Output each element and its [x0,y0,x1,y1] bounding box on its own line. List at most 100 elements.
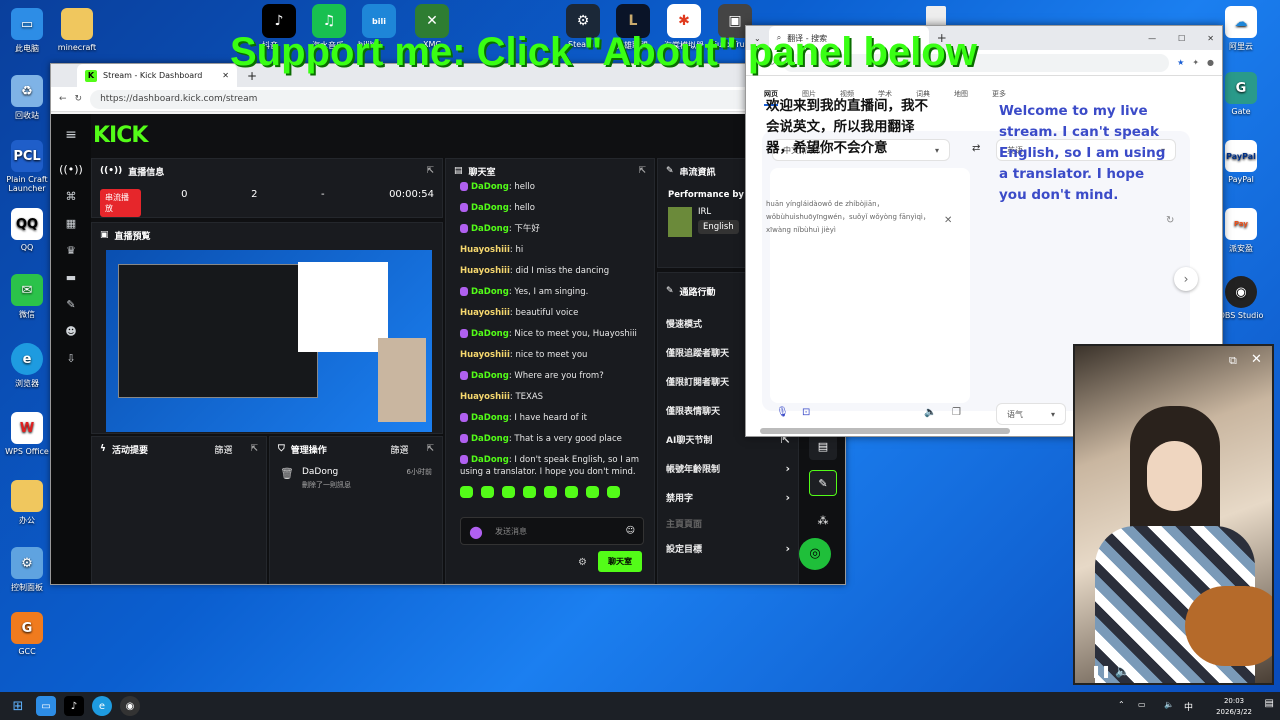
maximize-icon[interactable]: ☐ [1178,34,1185,43]
chat-username[interactable]: DaDong [471,413,509,423]
next-arrow-icon[interactable]: › [1174,267,1198,291]
chat-username[interactable]: DaDong [471,371,509,381]
chat-message[interactable]: DaDong: That is a very good place [446,429,644,450]
desktop-icon-qq[interactable]: QQ QQ [2,208,52,252]
analytics-icon[interactable]: ▦ [51,210,91,237]
action-account-age[interactable]: 帳號年齡限制 › [658,454,798,483]
menu-icon[interactable]: ≡ [51,114,91,156]
desktop-icon-paypal[interactable]: PayPal PayPal [1216,140,1266,184]
star-icon[interactable]: ★ [1177,58,1184,67]
emote-icon[interactable] [460,486,473,498]
expand-icon[interactable]: ⇱ [426,166,434,176]
url-field[interactable]: https://dashboard.kick.com/stream [90,89,821,109]
notification-icon[interactable]: ▤ [1265,698,1274,709]
desktop-icon-obs[interactable]: ◉ OBS Studio [1216,276,1266,320]
mod-filter-button[interactable]: 篩選 [390,443,408,456]
desktop-icon-this-pc[interactable]: ▭ 此电脑 [2,8,52,54]
chat-message[interactable]: DaDong: 下午好 [446,219,644,240]
chat-message[interactable]: DaDong: hello [446,198,644,219]
stream-icon[interactable]: ((•)) [51,156,91,183]
chat-message[interactable]: Huayoshiii: TEXAS [446,387,644,408]
emote-icon[interactable] [544,486,557,498]
profile-icon[interactable]: ● [1207,58,1214,67]
volume-tray-icon[interactable]: 🔈 [1164,700,1174,709]
speaker-icon[interactable]: 🔈 [924,407,936,418]
users-icon[interactable]: ☻ [51,318,91,345]
nav-maps[interactable]: 地图 [954,89,968,106]
webcam-video[interactable]: ⧉ ✕ ❚❚ 🔈 [1073,344,1274,685]
clear-text-icon[interactable]: ✕ [944,215,952,226]
link-icon[interactable]: ⌘ [51,183,91,210]
expand-icon[interactable]: ⇱ [426,444,434,454]
chat-send-button[interactable]: 聊天室 [598,551,642,572]
tool-button-layout[interactable]: ▤ [809,434,837,460]
expand-icon[interactable]: ⇱ [638,166,646,176]
emoji-icon[interactable]: ☺ [626,526,635,536]
desktop-icon-wechat[interactable]: ✉ 微信 [2,274,52,320]
chat-username[interactable]: DaDong [471,182,509,192]
chat-message[interactable]: DaDong: I don't speak English, so I am u… [446,450,644,479]
taskbar-clock[interactable]: 20:03 2026/3/22 [1216,696,1252,718]
volume-icon[interactable]: 🔈 [1115,664,1130,678]
tool-button-wrench[interactable]: ✎ [809,470,837,496]
tools-icon[interactable]: ✎ [51,291,91,318]
action-set-goal[interactable]: 設定目標 › [658,534,798,563]
trophy-icon[interactable]: ♛ [51,237,91,264]
close-video-icon[interactable]: ✕ [1251,352,1262,367]
chat-username[interactable]: Huayoshiii [460,392,510,402]
desktop-icon-browser[interactable]: e 浏览器 [2,343,52,389]
desktop-icon-gate[interactable]: G Gate [1216,72,1266,116]
taskbar-explorer-icon[interactable]: ▭ [36,696,56,716]
desktop-icon-wps[interactable]: W WPS Office [2,412,52,456]
copy-icon[interactable]: ❐ [952,407,961,418]
activity-filter-button[interactable]: 篩選 [214,443,232,456]
chat-message[interactable]: Huayoshiii: beautiful voice [446,303,644,324]
chat-username[interactable]: Huayoshiii [460,266,510,276]
chat-message[interactable]: Huayoshiii: did I miss the dancing [446,261,644,282]
desktop-icon-gcc[interactable]: G GCC [2,612,52,656]
taskbar-obs-icon[interactable]: ◉ [120,696,140,716]
taskbar-edge-icon[interactable]: e [92,696,112,716]
chat-settings-icon[interactable]: ⚙ [578,557,587,568]
horizontal-scrollbar[interactable] [760,428,1010,434]
chat-username[interactable]: DaDong [471,434,509,444]
chat-message[interactable]: Huayoshiii: nice to meet you [446,345,644,366]
emote-icon[interactable] [481,486,494,498]
chat-message[interactable]: DaDong: hello [446,177,644,198]
emote-icon[interactable] [565,486,578,498]
library-icon[interactable]: ▬ [51,264,91,291]
chat-message[interactable]: DaDong: Where are you from? [446,366,644,387]
expand-icon[interactable]: ⇱ [250,444,258,454]
download-icon[interactable]: ⇩ [51,345,91,372]
popout-icon[interactable]: ⧉ [1229,354,1237,368]
taskbar-douyin-icon[interactable]: ♪ [64,696,84,716]
desktop-icon-aliyun[interactable]: ☁ 阿里云 [1216,6,1266,52]
emote-icon[interactable] [523,486,536,498]
minimize-icon[interactable]: — [1148,34,1156,43]
close-tab-icon[interactable]: ✕ [222,71,229,80]
kick-logo[interactable]: KICK [93,123,148,148]
ime-indicator[interactable]: 中 [1184,700,1193,713]
tone-select[interactable]: 语气 ▾ [996,403,1066,425]
chat-message[interactable]: Huayoshiii: hi [446,240,644,261]
start-icon[interactable]: ⊞ [8,696,28,716]
chat-message[interactable]: DaDong: I have heard of it [446,408,644,429]
chat-username[interactable]: Huayoshiii [460,350,510,360]
chat-message[interactable]: DaDong: Yes, I am singing. [446,282,644,303]
chat-username[interactable]: DaDong [471,329,509,339]
tab-kick-dashboard[interactable]: K Stream - Kick Dashboard ✕ [77,64,237,87]
chat-username[interactable]: DaDong [471,287,509,297]
network-icon[interactable]: ▭ [1138,700,1146,709]
tool-button-more[interactable]: ⁂ [809,508,837,534]
desktop-icon-minecraft[interactable]: minecraft [52,8,102,52]
chat-message[interactable]: DaDong: Nice to meet you, Huayoshiii [446,324,644,345]
pause-icon[interactable]: ❚❚ [1091,664,1111,678]
chat-message-list[interactable]: DaDong: hello DaDong: hello DaDong: 下午好 Hua… [446,177,654,479]
desktop-icon-payoneer[interactable]: Pay 派安盈 [1216,208,1266,254]
emote-icon[interactable] [586,486,599,498]
desktop-icon-office-folder[interactable]: 办公 [2,480,52,526]
preview-video[interactable] [106,250,432,432]
action-banned-words[interactable]: 禁用字 › [658,483,798,512]
refresh-icon[interactable]: ↻ [1166,215,1174,226]
desktop-icon-pcl[interactable]: PCL Plain Craft Launcher [2,140,52,193]
